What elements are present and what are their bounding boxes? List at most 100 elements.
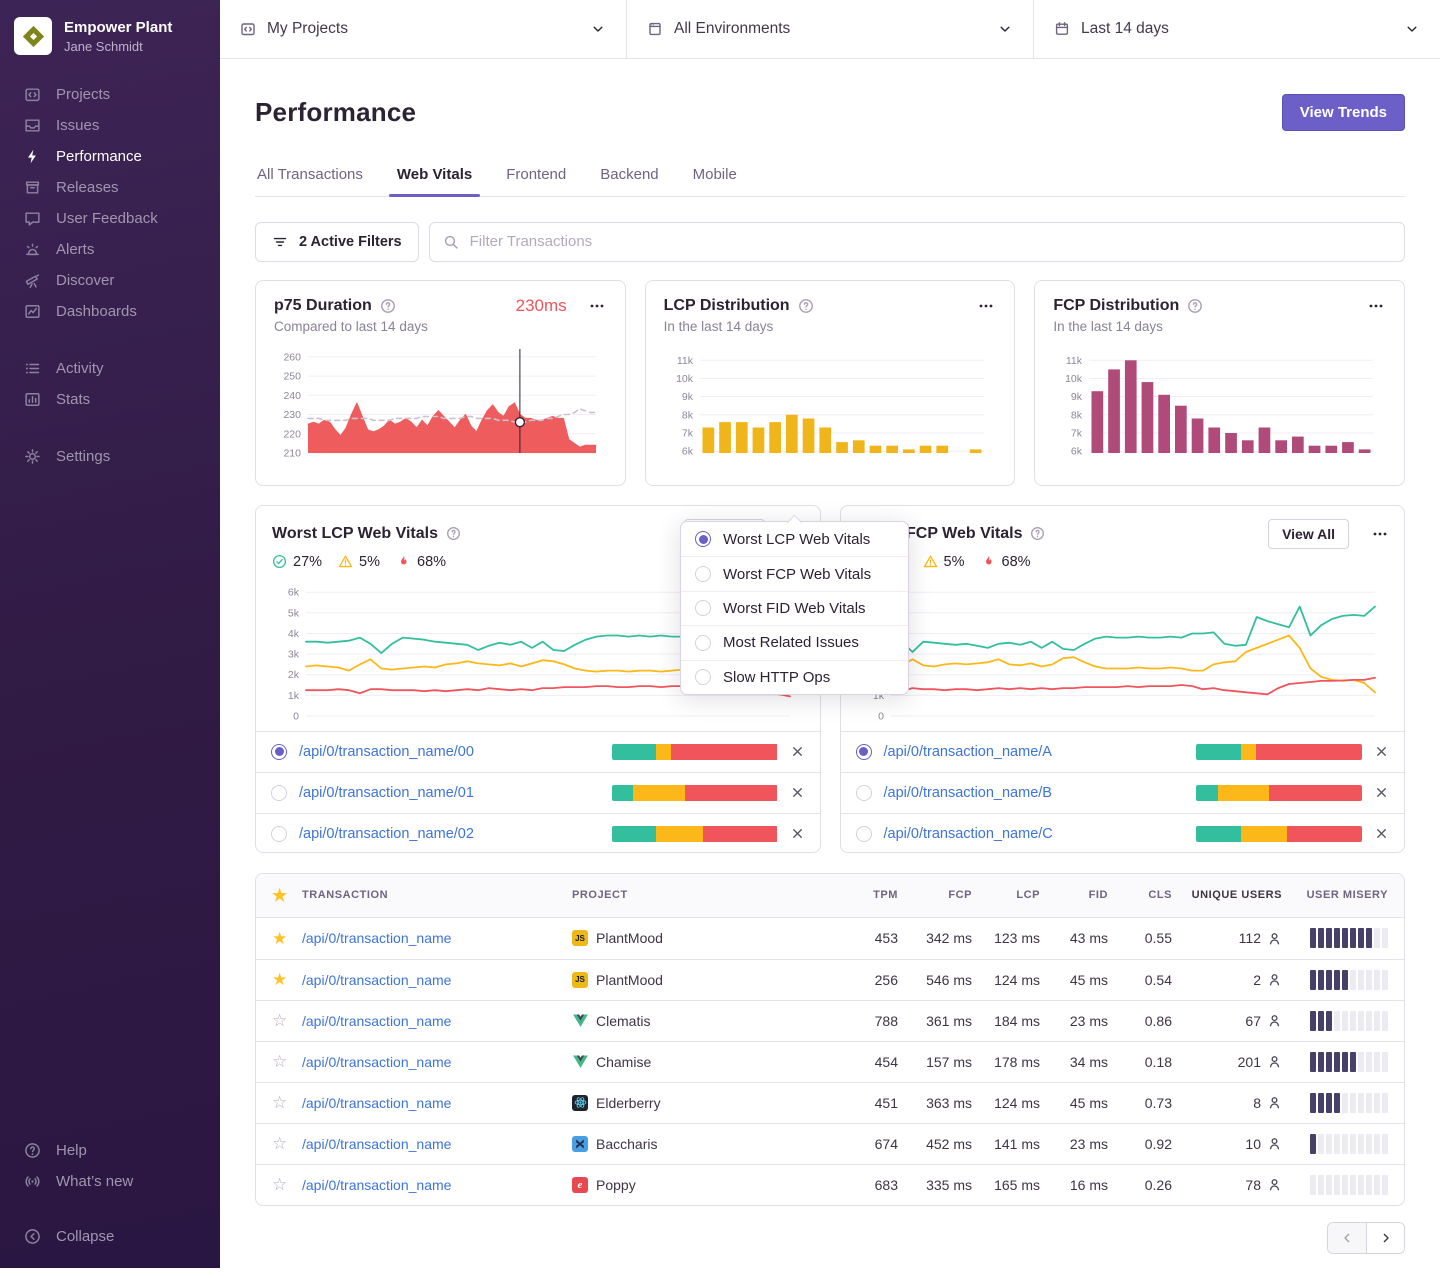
tpm-cell: 453 <box>840 930 900 946</box>
tab-web-vitals[interactable]: Web Vitals <box>395 160 474 196</box>
column-header-fid[interactable]: FID <box>1042 889 1110 901</box>
tab-mobile[interactable]: Mobile <box>691 160 739 196</box>
transaction-link[interactable]: /api/0/transaction_name <box>302 972 451 988</box>
transaction-search[interactable] <box>429 222 1405 262</box>
org-switcher[interactable]: Empower Plant Jane Schmidt <box>0 0 220 63</box>
date-filter-dropdown[interactable]: Last 14 days <box>1033 0 1440 58</box>
option-radio[interactable] <box>695 635 711 651</box>
view-all-button[interactable]: View All <box>1268 519 1349 549</box>
card-menu-button[interactable] <box>976 296 996 316</box>
column-header-fcp[interactable]: FCP <box>900 889 974 901</box>
transaction-link[interactable]: /api/0/transaction_name/C <box>884 826 1053 842</box>
sidebar-item-alerts[interactable]: Alerts <box>0 234 220 265</box>
misery-bar <box>1342 1134 1348 1154</box>
option-radio[interactable] <box>695 566 711 582</box>
search-input[interactable] <box>468 232 1391 251</box>
transaction-radio[interactable] <box>856 744 872 760</box>
help-icon[interactable] <box>380 298 396 314</box>
transaction-link[interactable]: /api/0/transaction_name/02 <box>299 826 474 842</box>
sidebar-item-settings[interactable]: Settings <box>0 441 220 472</box>
svg-text:10k: 10k <box>676 373 694 385</box>
sidebar-item-activity[interactable]: Activity <box>0 353 220 384</box>
card-menu-button[interactable] <box>1370 524 1390 544</box>
context-menu-option[interactable]: Slow HTTP Ops <box>681 660 908 694</box>
column-header-transaction[interactable]: Transaction <box>302 889 572 901</box>
column-header-unique-users[interactable]: Unique Users <box>1174 889 1282 901</box>
help-icon[interactable] <box>798 298 814 314</box>
help-icon[interactable] <box>1187 298 1203 314</box>
context-menu-option[interactable]: Most Related Issues <box>681 625 908 659</box>
misery-bar <box>1366 1175 1372 1195</box>
remove-transaction-button[interactable] <box>1374 744 1389 759</box>
sidebar-item-discover[interactable]: Discover <box>0 265 220 296</box>
tab-frontend[interactable]: Frontend <box>504 160 568 196</box>
misery-bar <box>1366 1052 1372 1072</box>
view-trends-button[interactable]: View Trends <box>1282 94 1405 131</box>
remove-transaction-button[interactable] <box>790 826 805 841</box>
star-toggle[interactable]: ☆ <box>256 1012 302 1029</box>
remove-transaction-button[interactable] <box>1374 785 1389 800</box>
transaction-link[interactable]: /api/0/transaction_name <box>302 1095 451 1111</box>
sidebar-item-issues[interactable]: Issues <box>0 110 220 141</box>
question-icon[interactable] <box>446 526 461 541</box>
remove-transaction-button[interactable] <box>1374 826 1389 841</box>
option-radio[interactable] <box>695 669 711 685</box>
sidebar-item-projects[interactable]: Projects <box>0 79 220 110</box>
table-row: ☆/api/0/transaction_nameChamise454157 ms… <box>256 1041 1404 1082</box>
context-menu-option[interactable]: Worst FCP Web Vitals <box>681 556 908 590</box>
question-icon[interactable] <box>1030 526 1045 541</box>
environment-filter-dropdown[interactable]: All Environments <box>626 0 1033 58</box>
next-page-button[interactable] <box>1366 1223 1404 1253</box>
transaction-link[interactable]: /api/0/transaction_name <box>302 1177 451 1193</box>
misery-bar <box>1326 1093 1332 1113</box>
transaction-radio[interactable] <box>856 826 872 842</box>
sidebar-item-collapse[interactable]: Collapse <box>0 1221 220 1252</box>
column-header-project[interactable]: Project <box>572 889 840 901</box>
misery-bar <box>1318 1134 1324 1154</box>
sidebar-item-dashboards[interactable]: Dashboards <box>0 296 220 327</box>
star-toggle[interactable]: ☆ <box>256 1176 302 1193</box>
remove-transaction-button[interactable] <box>790 785 805 800</box>
sidebar-item-performance[interactable]: Performance <box>0 141 220 172</box>
column-header-cls[interactable]: CLS <box>1110 889 1174 901</box>
star-toggle[interactable]: ★ <box>256 930 302 947</box>
context-menu-option[interactable]: Worst FID Web Vitals <box>681 591 908 625</box>
tab-backend[interactable]: Backend <box>598 160 660 196</box>
transaction-link[interactable]: /api/0/transaction_name/A <box>884 744 1052 760</box>
transaction-link[interactable]: /api/0/transaction_name <box>302 1136 451 1152</box>
remove-transaction-button[interactable] <box>790 744 805 759</box>
tab-all-transactions[interactable]: All Transactions <box>255 160 365 196</box>
transaction-link[interactable]: /api/0/transaction_name <box>302 1013 451 1029</box>
option-radio[interactable] <box>695 600 711 616</box>
column-header-lcp[interactable]: LCP <box>974 889 1042 901</box>
star-toggle[interactable]: ★ <box>256 971 302 988</box>
sidebar-item-releases[interactable]: Releases <box>0 172 220 203</box>
sidebar-item-user-feedback[interactable]: User Feedback <box>0 203 220 234</box>
transaction-radio[interactable] <box>856 785 872 801</box>
transaction-link[interactable]: /api/0/transaction_name/01 <box>299 785 474 801</box>
transaction-link[interactable]: /api/0/transaction_name <box>302 1054 451 1070</box>
transaction-link[interactable]: /api/0/transaction_name <box>302 930 451 946</box>
star-toggle[interactable]: ☆ <box>256 1094 302 1111</box>
star-toggle[interactable]: ☆ <box>256 1053 302 1070</box>
transaction-link[interactable]: /api/0/transaction_name/B <box>884 785 1052 801</box>
person-icon <box>1267 1095 1282 1110</box>
sidebar-item-what-s-new[interactable]: What’s new <box>0 1166 220 1197</box>
option-radio[interactable] <box>695 531 711 547</box>
column-header-user-misery[interactable]: User Misery <box>1282 889 1404 901</box>
transaction-link[interactable]: /api/0/transaction_name/00 <box>299 744 474 760</box>
previous-page-button[interactable] <box>1328 1223 1366 1253</box>
card-menu-button[interactable] <box>1366 296 1386 316</box>
active-filters-button[interactable]: 2 Active Filters <box>255 222 419 262</box>
transaction-radio[interactable] <box>271 826 287 842</box>
context-menu-option[interactable]: Worst LCP Web Vitals <box>681 522 908 556</box>
sidebar-item-stats[interactable]: Stats <box>0 384 220 415</box>
transaction-radio[interactable] <box>271 785 287 801</box>
card-menu-button[interactable] <box>587 296 607 316</box>
column-header-tpm[interactable]: TPM <box>840 889 900 901</box>
star-toggle[interactable]: ☆ <box>256 1135 302 1152</box>
project-filter-dropdown[interactable]: My Projects <box>220 0 626 58</box>
transaction-radio[interactable] <box>271 744 287 760</box>
lcp-cell: 184 ms <box>974 1013 1042 1029</box>
sidebar-item-help[interactable]: Help <box>0 1135 220 1166</box>
